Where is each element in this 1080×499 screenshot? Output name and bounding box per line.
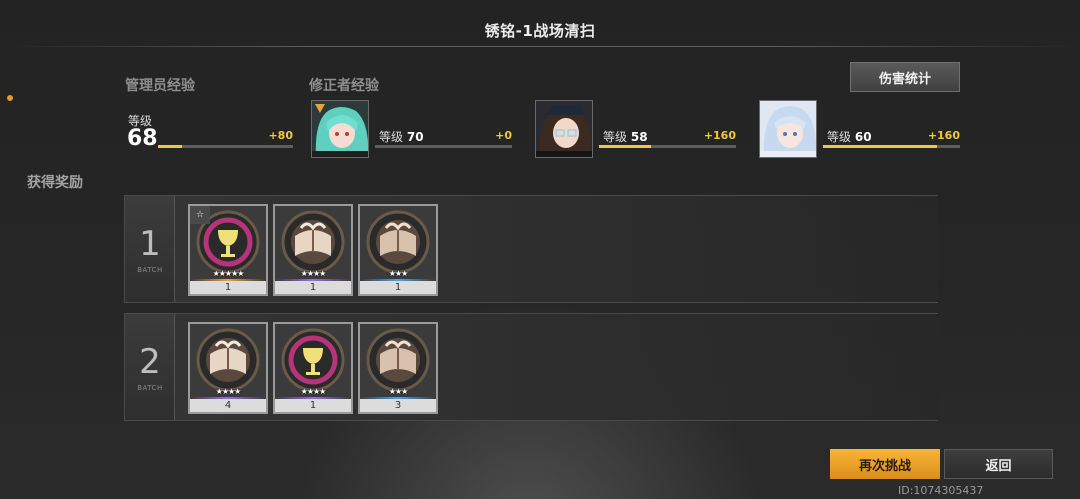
damage-stats-button[interactable]: 伤害统计 (850, 62, 960, 92)
item-quantity: 1 (275, 399, 351, 412)
star-badge-icon: ☆ (190, 206, 210, 224)
item-quantity: 3 (360, 399, 436, 412)
manager-level-value: 68 (127, 126, 158, 151)
character-exp-gain: +160 (703, 129, 736, 142)
dark-hair-glasses-character-portrait (535, 100, 593, 158)
character-exp-bar-fill (599, 145, 652, 148)
character-level-value: 70 (406, 130, 424, 144)
manager-exp-bar-fill (158, 145, 183, 148)
white-hair-character-portrait (759, 100, 817, 158)
character-exp-bar (599, 145, 736, 148)
item-quantity: 1 (360, 281, 436, 294)
level-label-text: 等级 (827, 130, 852, 144)
item-quantity: 1 (275, 281, 351, 294)
item-quantity: 4 (190, 399, 266, 412)
reward-item[interactable]: ★★★ 1 (358, 204, 438, 296)
character-level-label: 等级 60 (827, 128, 872, 145)
item-quantity: 1 (190, 281, 266, 294)
title-divider (0, 46, 1080, 47)
batch-row: 2 BATCH ★★★★ 4 ★★★★ 1 ★★★ 3 (124, 313, 938, 421)
teal-hair-character-portrait (311, 100, 369, 158)
manager-exp-bar (158, 145, 293, 148)
page-title: 锈铭-1战场清扫 (484, 22, 596, 40)
character-level-label: 等级 58 (603, 128, 648, 145)
manager-exp-heading: 管理员经验 (125, 78, 195, 94)
batch-sub-label: BATCH (137, 384, 163, 392)
rarity-stars: ★★★★ (300, 387, 327, 396)
batch-sub-label: BATCH (137, 266, 163, 274)
level-label-text: 等级 (603, 130, 628, 144)
reward-item[interactable]: ★★★★ 1 (273, 322, 353, 414)
reward-item[interactable]: ★★★★ 4 (188, 322, 268, 414)
character-exp-bar-fill (823, 145, 937, 148)
user-id: ID:1074305437 (898, 484, 984, 497)
rewards-heading: 获得奖励 (27, 175, 83, 191)
reward-item[interactable]: ★★★ 3 (358, 322, 438, 414)
character-level-value: 58 (630, 130, 648, 144)
rarity-stars: ★★★★ (215, 387, 242, 396)
manager-exp-gain: +80 (268, 129, 293, 142)
batch-row: 1 BATCH ☆ ★★★★★ 1 ★★★★ 1 ★★★ 1 (124, 195, 938, 303)
batch-side-panel: 1 BATCH (125, 196, 175, 302)
character-exp-bar (375, 145, 512, 148)
character-level-label: 等级 70 (379, 128, 424, 145)
batch-number: 1 (139, 224, 161, 264)
character-exp-bar (823, 145, 960, 148)
level-label-text: 等级 (379, 130, 404, 144)
batch-number: 2 (139, 342, 161, 382)
character-level-value: 60 (854, 130, 872, 144)
rarity-stars: ★★★★ (300, 269, 327, 278)
character-exp-gain: +160 (927, 129, 960, 142)
side-indicator-dot (7, 95, 13, 101)
batch-side-panel: 2 BATCH (125, 314, 175, 420)
rarity-stars: ★★★ (388, 387, 409, 396)
rarity-stars: ★★★ (388, 269, 409, 278)
reward-item[interactable]: ☆ ★★★★★ 1 (188, 204, 268, 296)
challenge-again-button[interactable]: 再次挑战 (830, 449, 940, 479)
return-button[interactable]: 返回 (944, 449, 1053, 479)
reward-item[interactable]: ★★★★ 1 (273, 204, 353, 296)
character-exp-gain: +0 (495, 129, 512, 142)
rarity-stars: ★★★★★ (212, 269, 245, 278)
corrector-exp-heading: 修正者经验 (309, 78, 379, 94)
